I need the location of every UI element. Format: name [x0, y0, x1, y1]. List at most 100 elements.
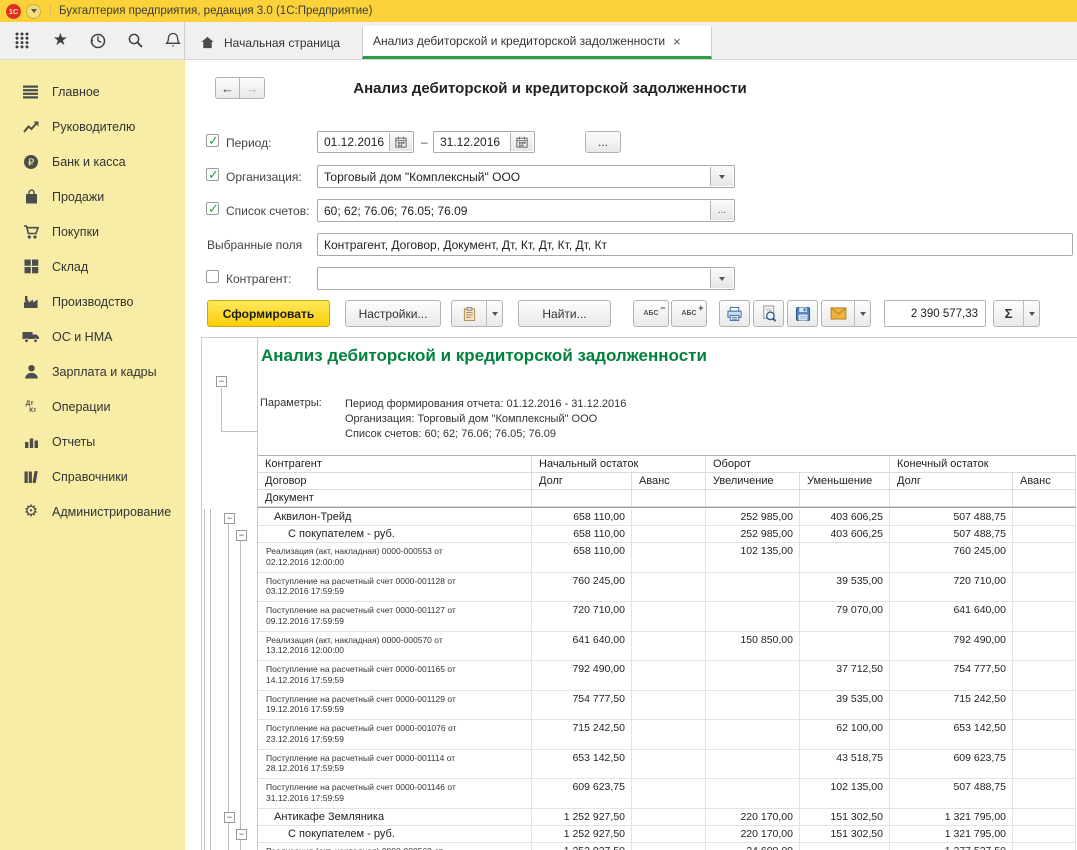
apps-button[interactable]: [12, 30, 34, 52]
report-top-border: [201, 337, 1077, 338]
tab-label: Анализ дебиторской и кредиторской задолж…: [373, 34, 665, 48]
report-expander[interactable]: −: [216, 376, 227, 387]
amount-cell: [1013, 826, 1076, 843]
header-cell: Увеличение: [706, 473, 800, 490]
period-from-input[interactable]: 01.12.2016: [317, 131, 414, 153]
table-row[interactable]: Реализация (акт, накладная) 0000-000560 …: [258, 843, 1076, 850]
table-row[interactable]: Аквилон-Трейд658 110,00252 985,00403 606…: [258, 509, 1076, 526]
star-icon: ★: [53, 31, 68, 50]
tab-home-page[interactable]: Начальная страница: [186, 26, 362, 59]
table-row[interactable]: Поступление на расчетный счет 0000-00107…: [258, 720, 1076, 750]
sidebar-item-pokupki[interactable]: Покупки: [0, 214, 185, 249]
header-cell: Начальный остаток: [532, 456, 706, 473]
period-to-input[interactable]: 31.12.2016: [433, 131, 535, 153]
preview-button[interactable]: [753, 300, 784, 327]
sidebar-item-zarplata-i-kadry[interactable]: Зарплата и кадры: [0, 354, 185, 389]
row-name-cell: Аквилон-Трейд: [258, 509, 532, 526]
group-expander[interactable]: −: [224, 513, 235, 524]
counterparty-checkbox[interactable]: [206, 270, 219, 283]
close-icon[interactable]: ×: [673, 34, 681, 49]
history-button[interactable]: [87, 30, 109, 52]
chevron-down-icon[interactable]: [710, 269, 733, 288]
back-button[interactable]: ←: [215, 77, 240, 99]
amount-cell: [1013, 543, 1076, 573]
ellipsis-icon[interactable]: ...: [710, 201, 733, 220]
print-button[interactable]: [719, 300, 750, 327]
amount-cell: [632, 632, 706, 662]
settings-button[interactable]: Настройки...: [345, 300, 441, 327]
doc-line: Поступление на расчетный счет 0000-00111…: [266, 753, 531, 764]
sidebar-item-rukovoditelyu[interactable]: Руководителю: [0, 109, 185, 144]
amount-cell: 641 640,00: [890, 602, 1013, 632]
amount-cell: [632, 826, 706, 843]
amount-cell: 102 135,00: [706, 543, 800, 573]
header-cell: Долг: [532, 473, 632, 490]
period-checkbox[interactable]: [206, 134, 219, 147]
notifications-button[interactable]: [162, 30, 184, 52]
header-cell: Контрагент: [258, 456, 532, 473]
table-row[interactable]: С покупателем - руб.1 252 927,50220 170,…: [258, 826, 1076, 843]
gear-icon: ⚙: [22, 503, 40, 521]
chevron-down-icon[interactable]: [1023, 301, 1039, 326]
table-row[interactable]: Антикафе Земляника1 252 927,50220 170,00…: [258, 809, 1076, 826]
send-mail-split-button[interactable]: [821, 300, 871, 327]
calendar-icon[interactable]: [389, 133, 412, 151]
period-variant-button[interactable]: ...: [585, 131, 621, 153]
table-row[interactable]: Поступление на расчетный счет 0000-00111…: [258, 750, 1076, 780]
group-expander[interactable]: −: [236, 530, 247, 541]
sidebar-item-administrirovanie[interactable]: ⚙ Администрирование: [0, 494, 185, 529]
sidebar-item-spravochniki[interactable]: Справочники: [0, 459, 185, 494]
selected-fields-input[interactable]: Контрагент, Договор, Документ, Дт, Кт, Д…: [317, 233, 1073, 256]
forward-button[interactable]: →: [240, 77, 265, 99]
sidebar-item-proizvodstvo[interactable]: Производство: [0, 284, 185, 319]
table-row[interactable]: Реализация (акт, накладная) 0000-000570 …: [258, 632, 1076, 662]
sidebar-item-label: Администрирование: [52, 505, 171, 519]
chevron-down-icon[interactable]: [710, 167, 733, 186]
sidebar-item-glavnoe[interactable]: Главное: [0, 74, 185, 109]
collapse-groups-button[interactable]: АБС−: [633, 300, 669, 327]
table-row[interactable]: С покупателем - руб.658 110,00252 985,00…: [258, 526, 1076, 543]
header-cell: Конечный остаток: [890, 456, 1076, 473]
autosum-value-field[interactable]: 2 390 577,33: [884, 300, 986, 327]
table-row[interactable]: Поступление на расчетный счет 0000-00112…: [258, 691, 1076, 721]
table-row[interactable]: Поступление на расчетный счет 0000-00116…: [258, 661, 1076, 691]
sidebar-item-prodazhi[interactable]: Продажи: [0, 179, 185, 214]
chevron-down-icon[interactable]: [486, 301, 502, 326]
save-button[interactable]: [787, 300, 818, 327]
table-row[interactable]: Поступление на расчетный счет 0000-00112…: [258, 602, 1076, 632]
organization-checkbox[interactable]: [206, 168, 219, 181]
group-expander[interactable]: −: [236, 829, 247, 840]
amount-cell: 658 110,00: [532, 526, 632, 543]
favorites-button[interactable]: ★: [50, 30, 72, 52]
counterparty-select[interactable]: [317, 267, 735, 290]
window-title: Бухгалтерия предприятия, редакция 3.0 (1…: [59, 5, 372, 17]
home-icon: [200, 35, 215, 50]
table-row[interactable]: Реализация (акт, накладная) 0000-000553 …: [258, 543, 1076, 573]
sigma-split-button[interactable]: Σ: [993, 300, 1040, 327]
sidebar-item-operatsii[interactable]: Дт КтОперации: [0, 389, 185, 424]
amount-cell: [1013, 809, 1076, 826]
expand-groups-button[interactable]: АБС+: [671, 300, 707, 327]
generate-button[interactable]: Сформировать: [207, 300, 330, 327]
main-menu-button[interactable]: [26, 4, 41, 19]
sidebar-item-os-i-nma[interactable]: ОС и НМА: [0, 319, 185, 354]
arrow-right-icon: →: [246, 81, 259, 96]
accounts-checkbox[interactable]: [206, 202, 219, 215]
organization-select[interactable]: Торговый дом "Комплексный" ООО: [317, 165, 735, 188]
table-row[interactable]: Поступление на расчетный счет 0000-00114…: [258, 779, 1076, 809]
amount-cell: [632, 720, 706, 750]
sidebar-item-bank-i-kassa[interactable]: ₽Банк и касса: [0, 144, 185, 179]
tab-report-active[interactable]: Анализ дебиторской и кредиторской задолж…: [362, 26, 712, 59]
header-cell: [532, 490, 632, 507]
sidebar: ГлавноеРуководителю₽Банк и кассаПродажиП…: [0, 60, 185, 850]
chevron-down-icon[interactable]: [854, 301, 870, 326]
sidebar-item-sklad[interactable]: Склад: [0, 249, 185, 284]
table-row[interactable]: Поступление на расчетный счет 0000-00112…: [258, 573, 1076, 603]
sidebar-item-otchety[interactable]: Отчеты: [0, 424, 185, 459]
group-expander[interactable]: −: [224, 812, 235, 823]
calendar-icon[interactable]: [510, 133, 533, 151]
find-button[interactable]: Найти...: [518, 300, 611, 327]
accounts-input[interactable]: 60; 62; 76.06; 76.05; 76.09 ...: [317, 199, 735, 222]
clipboard-split-button[interactable]: [451, 300, 503, 327]
search-button[interactable]: [125, 30, 147, 52]
